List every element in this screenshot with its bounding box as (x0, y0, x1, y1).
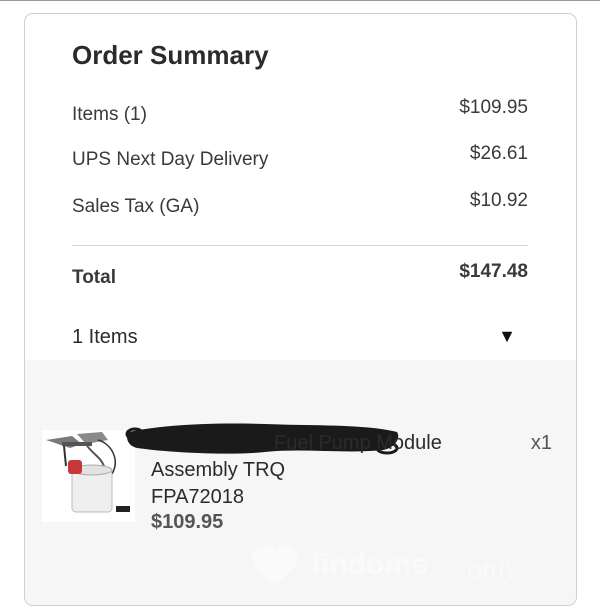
product-sku: FPA72018 (151, 486, 245, 508)
order-summary-card: Order Summary Items (1) $109.95 UPS Next… (24, 13, 577, 606)
shipping-label: UPS Next Day Delivery (72, 149, 269, 170)
fuel-pump-image (42, 430, 135, 522)
watermark-suffix: only (467, 552, 519, 585)
tax-amount: $10.92 (469, 190, 528, 211)
product-price: $109.95 (151, 511, 224, 533)
items-amount: $109.95 (459, 97, 528, 118)
items-label: Items (1) (72, 104, 147, 125)
shipping-amount: $26.61 (469, 143, 528, 164)
tax-label: Sales Tax (GA) (72, 196, 200, 217)
total-label: Total (72, 267, 116, 288)
product-quantity: x1 (530, 432, 552, 454)
items-count-label: 1 Items (72, 326, 138, 348)
order-summary-title: Order Summary (72, 40, 269, 70)
caret-down-icon[interactable]: ▼ (498, 326, 516, 347)
total-divider (72, 245, 528, 246)
total-amount: $147.48 (459, 261, 528, 282)
product-name[interactable]: Fuel Pump Module Assembly TRQ (151, 430, 481, 484)
product-thumbnail[interactable] (42, 430, 135, 522)
top-divider (0, 0, 600, 1)
watermark-logo: findoms only (252, 544, 519, 585)
watermark-brand: findoms (311, 548, 428, 581)
cart-items-panel: Fuel Pump Module Assembly TRQ FPA72018 $… (25, 360, 576, 605)
items-expand-toggle[interactable]: 1 Items ▼ (72, 326, 516, 350)
